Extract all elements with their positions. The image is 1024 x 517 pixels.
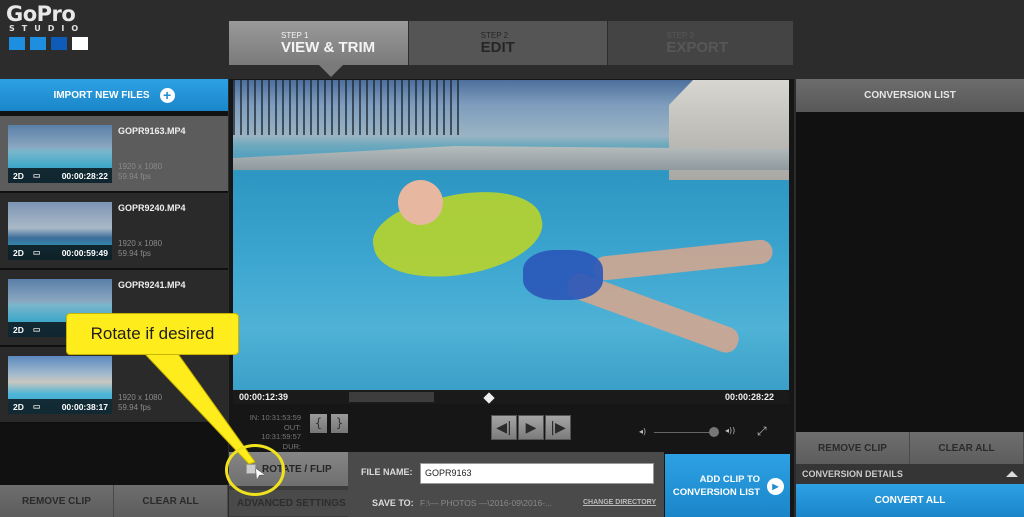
clip-item[interactable]: 2D ▭ 00:00:59:49 GOPR9240.MP4 1920 x 108… [0,193,228,269]
file-name-label: FILE NAME: [361,467,413,477]
output-file-area: FILE NAME: GOPR9163 SAVE TO: F:\— PHOTOS… [348,452,664,517]
step-name: VIEW & TRIM [281,38,376,56]
in-point: IN: 10:31:53:59 [249,413,301,422]
current-time: 00:00:12:39 [239,392,289,402]
conversion-list-panel: CONVERSION LIST REMOVE CLIP CLEAR ALL CO… [796,79,1024,517]
save-to-label: SAVE TO: [372,498,414,508]
clip-duration: 00:00:59:49 [61,247,108,258]
plus-icon: + [159,87,175,103]
clip-specs: 1920 x 1080 59.94 fps [118,393,162,413]
clear-all-button[interactable]: CLEAR ALL [910,432,1024,464]
fullscreen-icon[interactable]: ⤢ [757,424,767,439]
convert-all-button[interactable]: CONVERT ALL [796,484,1024,517]
add-clip-line2: CONVERSION LIST [672,487,760,498]
next-frame-button[interactable]: |▶ [545,415,571,440]
play-circle-icon: ▶ [767,478,784,495]
logo-squares [9,37,98,50]
clip-mode: 2D [13,324,24,335]
clip-specs: 1920 x 1080 59.94 fps [118,239,162,259]
clip-info-bar: 2D ▭ 00:00:38:17 [8,399,112,414]
out-point: OUT: 10:31:59:57 [261,422,301,442]
volume-low-icon: ◂) [639,427,647,436]
camera-icon: ▭ [32,248,41,257]
active-step-indicator [319,65,343,77]
clear-all-button[interactable]: CLEAR ALL [114,485,228,517]
remove-clip-button[interactable]: REMOVE CLIP [0,485,114,517]
step-name: EDIT [480,38,515,56]
clip-info-bar: 2D ▭ 00:00:59:49 [8,245,112,260]
camera-icon: ▭ [32,402,41,411]
logo-square [72,37,88,50]
video-scene-fence [233,80,463,135]
clip-duration: 00:00:28:22 [61,170,108,181]
caret-up-icon [1006,471,1018,477]
gopro-studio-logo: GoPro STUDIO [6,2,98,50]
volume-knob[interactable] [709,427,719,437]
save-to-path: F:\— PHOTOS —\2016-09\2016-... [420,498,553,508]
prev-frame-button[interactable]: ◀| [491,415,517,440]
logo-word: GoPro [6,2,76,26]
clip-mode: 2D [13,247,24,258]
video-preview[interactable] [233,80,789,390]
logo-sub: STUDIO [9,24,86,33]
clip-item[interactable]: 2D ▭ 00:00:28:22 GOPR9163.MP4 1920 x 108… [0,116,228,192]
clip-resolution: 1920 x 1080 [118,239,163,248]
clip-fps: 59.94 fps [118,403,151,412]
conversion-list-actions: REMOVE CLIP CLEAR ALL [796,432,1024,464]
import-new-files-button[interactable]: IMPORT NEW FILES + [0,79,228,111]
file-name-input[interactable]: GOPR9163 [420,463,654,484]
clip-fps: 59.94 fps [118,172,151,181]
tab-edit[interactable]: STEP 2 EDIT [408,21,609,65]
camera-icon: ▭ [32,171,41,180]
step-tabs: STEP 1 VIEW & TRIM STEP 2 EDIT STEP 3 EX… [229,21,795,65]
clip-filename: GOPR9240.MP4 [118,203,186,213]
clip-item[interactable]: 2D ▭ 00:00:38:17 1920 x 1080 59.94 fps [0,347,228,423]
video-scene-head [398,180,443,225]
trim-range[interactable] [349,392,434,402]
timeline-scrubber[interactable] [233,390,789,404]
mark-in-button[interactable]: { [310,414,327,433]
annotation-callout: Rotate if desired [66,313,239,355]
step-name: EXPORT [666,38,729,56]
camera-icon: ▭ [32,325,41,334]
media-bin-actions: REMOVE CLIP CLEAR ALL [0,485,228,517]
remove-clip-button[interactable]: REMOVE CLIP [796,432,910,464]
conversion-details-toggle[interactable]: CONVERSION DETAILS [796,464,1024,484]
clip-filename: GOPR9163.MP4 [118,126,186,136]
clip-info-bar: 2D ▭ 00:00:28:22 [8,168,112,183]
change-directory-link[interactable]: CHANGE DIRECTORY [583,499,656,506]
video-scene-leg [592,238,774,282]
add-clip-to-conversion-list-button[interactable]: ADD CLIP TO CONVERSION LIST ▶ [665,454,790,517]
logo-square [9,37,25,50]
gopro-studio-window: GoPro STUDIO STEP 1 VIEW & TRIM STEP 2 E… [0,0,1024,517]
media-bin-panel: IMPORT NEW FILES + 2D ▭ 00:00:28:22 GOPR… [0,79,228,517]
clip-mode: 2D [13,170,24,181]
clip-duration: 00:00:38:17 [61,401,108,412]
tab-export[interactable]: STEP 3 EXPORT [608,21,795,65]
add-clip-line1: ADD CLIP TO [699,474,760,485]
end-time: 00:00:28:22 [724,392,774,402]
import-label: IMPORT NEW FILES [53,89,150,101]
video-scene-swimsuit [523,250,603,300]
volume-slider[interactable] [654,432,714,433]
clip-filename: GOPR9241.MP4 [118,280,186,290]
clip-resolution: 1920 x 1080 [118,393,163,402]
logo-square [30,37,46,50]
clip-mode: 2D [13,401,24,412]
clip-resolution: 1920 x 1080 [118,162,163,171]
clip-specs: 1920 x 1080 59.94 fps [118,162,162,182]
play-button[interactable]: ▶ [518,415,544,440]
clip-fps: 59.94 fps [118,249,151,258]
tab-view-trim[interactable]: STEP 1 VIEW & TRIM [229,21,409,65]
conversion-details-label: CONVERSION DETAILS [802,469,903,479]
volume-high-icon: ◂)) [725,426,736,435]
logo-square [51,37,67,50]
mark-out-button[interactable]: } [331,414,348,433]
conversion-list-title: CONVERSION LIST [796,79,1024,112]
